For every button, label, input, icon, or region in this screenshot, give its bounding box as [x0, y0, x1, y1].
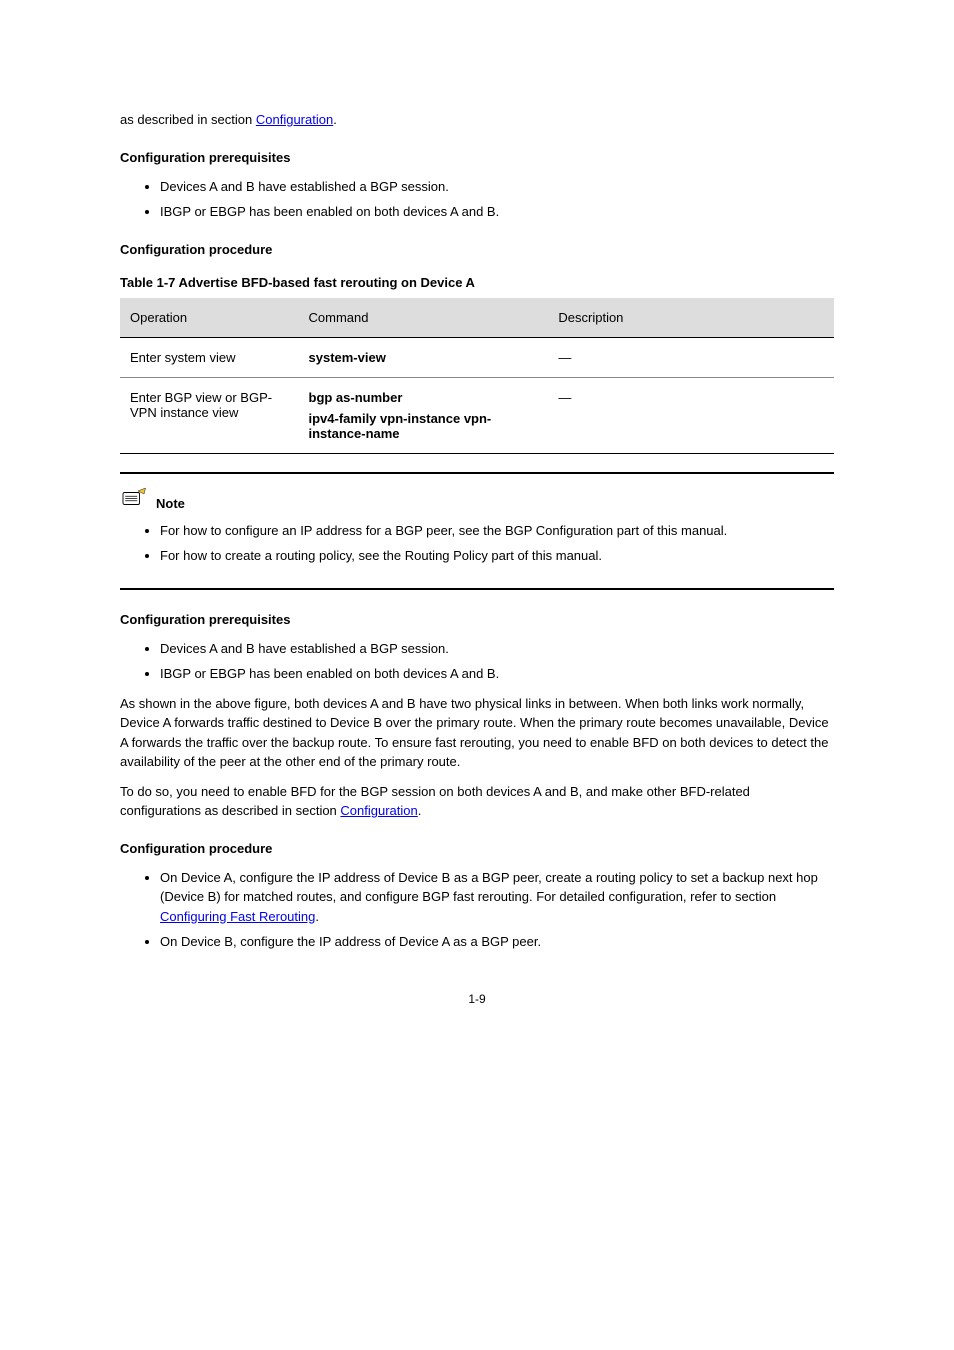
procedure2-list: On Device A, configure the IP address of… — [120, 868, 834, 952]
para-todo-prefix: To do so, you need to enable BFD for the… — [120, 784, 750, 819]
page-number: 1-9 — [120, 992, 834, 1006]
list-item: For how to configure an IP address for a… — [160, 521, 834, 541]
intro-ref-line: as described in section Configuration. — [120, 110, 834, 130]
table-header-command: Command — [299, 298, 549, 338]
prereq-list: Devices A and B have established a BGP s… — [120, 177, 834, 222]
cell-command: bgp as-number ipv4-family vpn-instance v… — [299, 377, 549, 453]
cell-operation: Enter BGP view or BGP-VPN instance view — [120, 377, 299, 453]
list-item: For how to create a routing policy, see … — [160, 546, 834, 566]
note-label: Note — [156, 496, 185, 511]
prereq2-list: Devices A and B have established a BGP s… — [120, 639, 834, 684]
list-item: IBGP or EBGP has been enabled on both de… — [160, 202, 834, 222]
config-table: Operation Command Description Enter syst… — [120, 298, 834, 454]
cell-description: — — [548, 377, 834, 453]
proc2-item0-link[interactable]: Configuring Fast Rerouting — [160, 909, 315, 924]
para-todo-period: . — [418, 803, 422, 818]
intro-ref-period: . — [333, 112, 337, 127]
heading-prerequisites: Configuration prerequisites — [120, 150, 834, 165]
cell-description: — — [548, 337, 834, 377]
list-item: Devices A and B have established a BGP s… — [160, 639, 834, 659]
note-header: Note — [120, 486, 834, 511]
table-row: Enter system view system-view — — [120, 337, 834, 377]
table-caption: Table 1-7 Advertise BFD-based fast rerou… — [120, 275, 834, 290]
note-list: For how to configure an IP address for a… — [120, 521, 834, 566]
para-todo-link[interactable]: Configuration — [340, 803, 417, 818]
table-header-operation: Operation — [120, 298, 299, 338]
proc2-item0-prefix: On Device A, configure the IP address of… — [160, 870, 818, 905]
cell-operation: Enter system view — [120, 337, 299, 377]
table-header-description: Description — [548, 298, 834, 338]
paragraph-between: As shown in the above figure, both devic… — [120, 694, 834, 772]
proc2-item0-suffix: . — [315, 909, 319, 924]
heading-procedure-2: Configuration procedure — [120, 841, 834, 856]
heading-prerequisites-2: Configuration prerequisites — [120, 612, 834, 627]
page-content: as described in section Configuration. C… — [0, 0, 954, 1066]
table-row: Enter BGP view or BGP-VPN instance view … — [120, 377, 834, 453]
list-item: On Device B, configure the IP address of… — [160, 932, 834, 952]
note-block: Note For how to configure an IP address … — [120, 472, 834, 590]
intro-ref-prefix: as described in section — [120, 112, 256, 127]
paragraph-todo: To do so, you need to enable BFD for the… — [120, 782, 834, 821]
list-item: On Device A, configure the IP address of… — [160, 868, 834, 927]
heading-procedure: Configuration procedure — [120, 242, 834, 257]
table-header-row: Operation Command Description — [120, 298, 834, 338]
intro-ref-link[interactable]: Configuration — [256, 112, 333, 127]
list-item: Devices A and B have established a BGP s… — [160, 177, 834, 197]
cell-command: system-view — [299, 337, 549, 377]
note-icon — [120, 486, 150, 511]
proc2-item1-prefix: On Device B, configure the IP address of… — [160, 934, 541, 949]
list-item: IBGP or EBGP has been enabled on both de… — [160, 664, 834, 684]
